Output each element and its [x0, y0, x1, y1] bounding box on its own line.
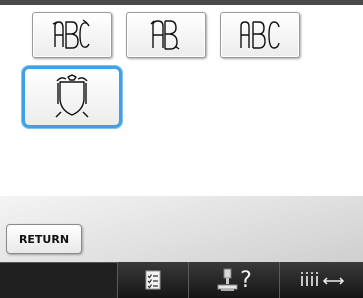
monogram-ab-variant-2-icon [150, 20, 180, 50]
machine-help-icon [217, 268, 238, 291]
checklist-icon [145, 270, 161, 290]
shield-frame-icon [55, 74, 89, 118]
monogram-style-3-button[interactable] [220, 12, 300, 58]
monogram-abc-variant-1-icon [52, 19, 90, 49]
help-mark: ? [240, 267, 252, 293]
thread-tension-icon [300, 272, 344, 286]
top-divider [0, 0, 363, 5]
checklist-button[interactable] [117, 262, 188, 298]
frame-shield-style-button[interactable] [22, 66, 122, 128]
return-button[interactable]: RETURN [6, 224, 82, 254]
machine-help-button[interactable]: ? [188, 262, 279, 298]
monogram-abc-variant-3-icon [240, 21, 280, 49]
monogram-style-1-button[interactable] [32, 12, 112, 58]
thread-tension-button[interactable] [279, 262, 363, 298]
monogram-style-2-button[interactable] [126, 12, 206, 58]
